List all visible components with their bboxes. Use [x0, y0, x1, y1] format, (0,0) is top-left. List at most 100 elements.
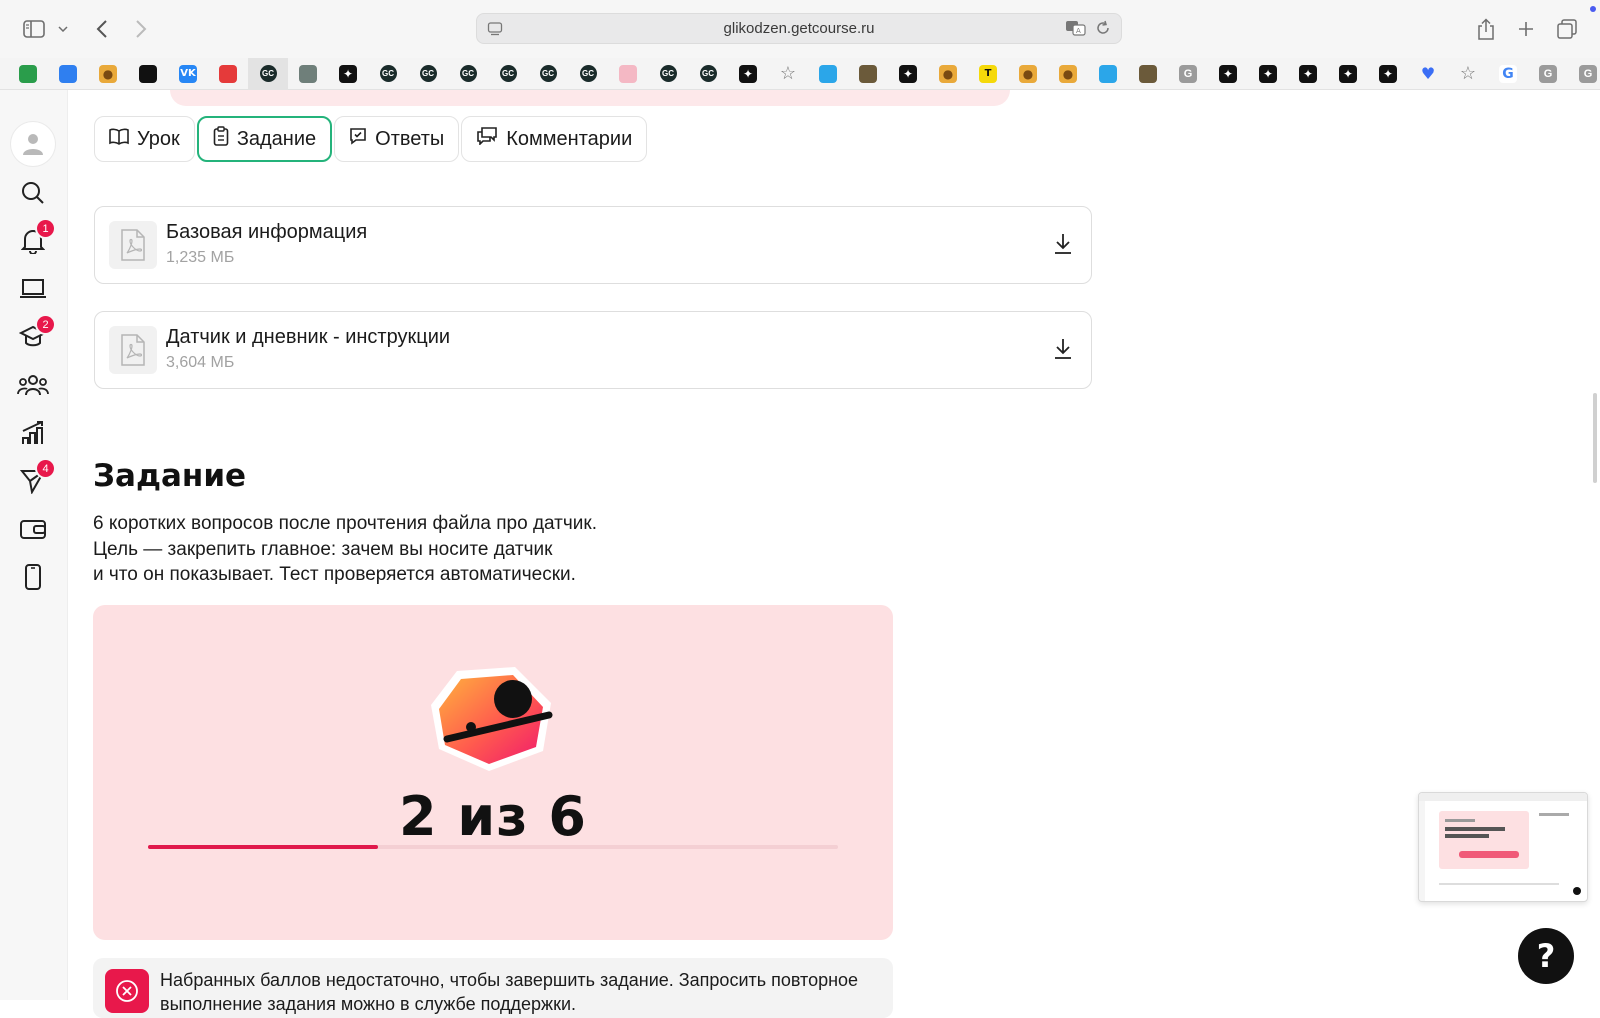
favorite-item[interactable]: ✦: [888, 58, 928, 90]
graduation-cap-icon[interactable]: 2: [14, 316, 54, 356]
description-line: и что он показывает. Тест проверяется ав…: [93, 564, 576, 585]
favorite-item[interactable]: GC: [448, 58, 488, 90]
svg-text:A: A: [1076, 27, 1081, 35]
favorite-item[interactable]: ♥: [1408, 58, 1448, 90]
favorite-item[interactable]: [1128, 58, 1168, 90]
dog-icon: ●: [99, 64, 117, 83]
favorite-item[interactable]: ●: [928, 58, 968, 90]
book-icon: [109, 127, 129, 151]
favorite-item[interactable]: ✦: [1288, 58, 1328, 90]
favorite-item[interactable]: G: [1528, 58, 1568, 90]
dog-icon: ●: [1019, 64, 1037, 83]
url-text[interactable]: glikodzen.getcourse.ru: [724, 20, 875, 37]
download-icon[interactable]: [1053, 233, 1073, 260]
task-description: 6 коротких вопросов после прочтения файл…: [93, 511, 597, 588]
red-app-icon: [219, 64, 237, 83]
file-card[interactable]: Датчик и дневник - инструкции 3,604 МБ: [94, 311, 1092, 389]
new-tab-icon[interactable]: [1516, 16, 1536, 42]
favorite-item[interactable]: G: [1568, 58, 1600, 90]
share-icon[interactable]: [1476, 16, 1496, 42]
favorite-item[interactable]: ☆: [1448, 58, 1488, 90]
favorite-item[interactable]: [48, 58, 88, 90]
favorite-item[interactable]: [208, 58, 248, 90]
forward-icon[interactable]: [131, 16, 151, 42]
favorite-item[interactable]: ✦: [1368, 58, 1408, 90]
tabs-overview-icon[interactable]: [1556, 16, 1578, 42]
favorite-item[interactable]: GC: [648, 58, 688, 90]
favorite-item[interactable]: VK: [168, 58, 208, 90]
notice-text: Набранных баллов недостаточно, чтобы зав…: [160, 970, 859, 1014]
favorite-item[interactable]: ✦: [1328, 58, 1368, 90]
check-chat-icon: [349, 127, 367, 151]
reload-icon[interactable]: [1095, 20, 1111, 40]
favorite-item[interactable]: T: [968, 58, 1008, 90]
mobile-phone-icon[interactable]: [14, 558, 52, 596]
description-line: Цель — закрепить главное: зачем вы носит…: [93, 538, 553, 560]
favorite-item[interactable]: ✦: [728, 58, 768, 90]
favorite-item[interactable]: ●: [1048, 58, 1088, 90]
address-bar[interactable]: glikodzen.getcourse.ru A: [476, 13, 1122, 44]
sparkle-icon: ✦: [339, 64, 357, 83]
favorite-item[interactable]: ✦: [1248, 58, 1288, 90]
favorite-item[interactable]: ✦: [328, 58, 368, 90]
file-size: 3,604 МБ: [166, 354, 235, 371]
favorite-item[interactable]: [608, 58, 648, 90]
back-icon[interactable]: [92, 16, 112, 42]
favorite-item[interactable]: [288, 58, 328, 90]
sparkle-icon: ✦: [899, 64, 917, 83]
dots-icon: [299, 64, 317, 83]
wallet-icon[interactable]: [14, 510, 52, 548]
clipboard-icon: [213, 126, 229, 152]
favorite-item[interactable]: [1088, 58, 1128, 90]
favorite-item[interactable]: GC: [528, 58, 568, 90]
laptop-icon[interactable]: [14, 270, 52, 308]
page-menu-icon[interactable]: [487, 21, 503, 41]
favorite-item[interactable]: ✦: [1208, 58, 1248, 90]
favorite-item[interactable]: GC: [568, 58, 608, 90]
photo-icon: [859, 64, 877, 83]
translate-icon[interactable]: A: [1065, 20, 1087, 40]
mail-icon: [59, 64, 77, 83]
page-scrollbar[interactable]: [1593, 393, 1597, 483]
favorite-item[interactable]: [8, 58, 48, 90]
favorite-item[interactable]: ●: [88, 58, 128, 90]
tab-comments[interactable]: Комментарии: [461, 116, 648, 162]
star-outline-icon: ☆: [1459, 63, 1477, 83]
tab-answers[interactable]: Ответы: [334, 116, 460, 162]
score-text: 2 из 6: [399, 785, 587, 848]
sidebar-toggle-icon[interactable]: [22, 16, 46, 42]
analytics-icon[interactable]: [14, 414, 52, 452]
favorite-item[interactable]: GC: [408, 58, 448, 90]
search-icon[interactable]: [14, 174, 52, 212]
favorite-item[interactable]: GC: [368, 58, 408, 90]
getcourse-icon: GC: [579, 65, 597, 82]
grey-g-icon: G: [1179, 64, 1197, 83]
favorite-item[interactable]: G: [1488, 58, 1528, 90]
help-button[interactable]: ?: [1518, 928, 1574, 984]
favorite-item[interactable]: ●: [1008, 58, 1048, 90]
favorite-item[interactable]: [128, 58, 168, 90]
tab-lesson[interactable]: Урок: [94, 116, 195, 162]
notification-dot: [1590, 6, 1596, 12]
getcourse-icon: GC: [419, 65, 437, 82]
favorite-item[interactable]: GC: [248, 57, 288, 90]
dog-icon: ●: [939, 64, 957, 83]
page-preview-thumbnail[interactable]: [1418, 792, 1588, 902]
send-icon[interactable]: 4: [14, 460, 54, 500]
task-title: Задание: [93, 458, 247, 494]
users-group-icon[interactable]: [14, 366, 52, 404]
favorite-item[interactable]: [808, 58, 848, 90]
lesson-tabs: Урок Задание Ответы Комментарии: [94, 116, 648, 162]
tab-assignment[interactable]: Задание: [196, 116, 333, 162]
download-icon[interactable]: [1053, 338, 1073, 365]
favorite-item[interactable]: GC: [688, 58, 728, 90]
file-card[interactable]: Базовая информация 1,235 МБ: [94, 206, 1092, 284]
favorite-item[interactable]: G: [1168, 58, 1208, 90]
favorite-item[interactable]: GC: [488, 58, 528, 90]
chevron-down-icon[interactable]: [56, 16, 70, 42]
notifications-bell-icon[interactable]: 1: [14, 220, 54, 260]
favorite-item[interactable]: [848, 58, 888, 90]
getcourse-icon: GC: [539, 65, 557, 82]
user-avatar[interactable]: [11, 122, 55, 166]
favorite-item[interactable]: ☆: [768, 58, 808, 90]
